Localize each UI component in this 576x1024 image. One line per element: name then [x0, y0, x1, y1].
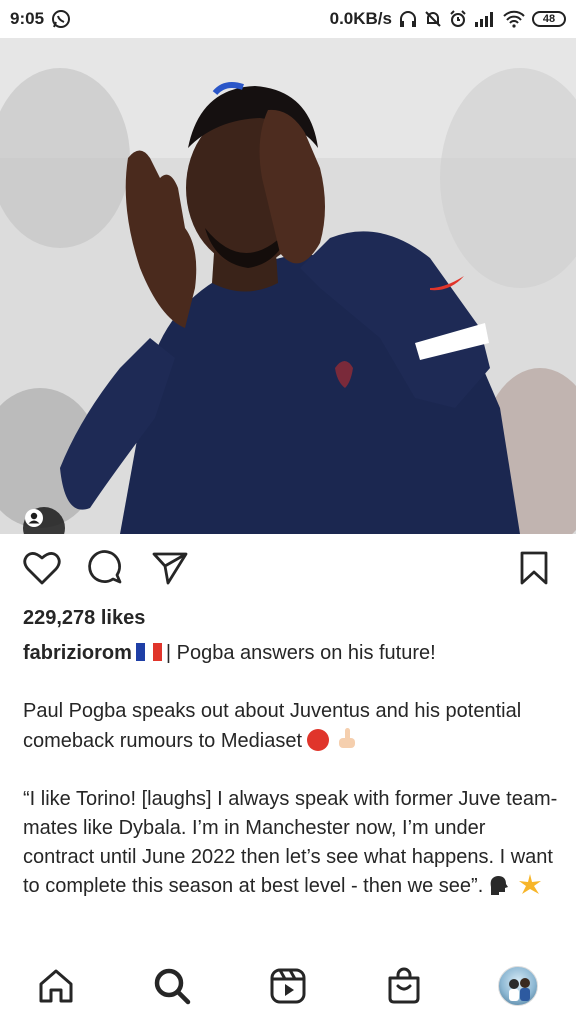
red-circle-icon [307, 729, 330, 751]
speaking-head-icon [490, 876, 509, 895]
caption-paragraph-1: Paul Pogba speaks out about Juventus and… [23, 697, 558, 756]
whatsapp-icon [51, 9, 71, 29]
headphones-icon [399, 10, 417, 28]
alarm-icon [449, 10, 467, 28]
post-username[interactable]: fabriziorom [23, 642, 132, 664]
comment-button[interactable] [86, 548, 126, 588]
home-icon [39, 969, 73, 1003]
save-button[interactable] [514, 548, 554, 588]
heart-icon [23, 552, 61, 585]
post-actions [0, 548, 576, 592]
mute-bell-icon [424, 10, 442, 28]
search-icon [154, 968, 191, 1005]
network-speed: 0.0KB/s [329, 9, 392, 28]
status-left: 9:05 [10, 9, 71, 29]
sparkle-icon [519, 874, 542, 894]
like-button[interactable] [22, 548, 62, 588]
caption-body: Paul Pogba speaks out about Juventus and… [23, 697, 558, 930]
comment-icon [88, 550, 122, 584]
nav-search[interactable] [150, 964, 194, 1008]
wifi-icon [503, 10, 525, 28]
signal-icon [474, 11, 496, 27]
post-photo [0, 38, 576, 534]
caption-paragraph-1-text: Paul Pogba speaks out about Juventus and… [23, 700, 522, 752]
battery-level: 48 [542, 13, 556, 25]
share-button[interactable] [150, 548, 190, 588]
send-icon [152, 552, 188, 585]
caption-header: fabriziorom | Pogba answers on his future… [23, 639, 553, 667]
like-count[interactable]: 229,278 likes [23, 607, 145, 630]
bottom-navigation [0, 950, 576, 1024]
nav-home[interactable] [34, 964, 78, 1008]
nav-reels[interactable] [266, 964, 310, 1008]
pointing-down-icon [339, 728, 356, 748]
clock: 9:05 [10, 9, 45, 28]
post-image[interactable] [0, 38, 576, 534]
caption-paragraph-2: “I like Torino! [laughs] I always speak … [23, 785, 558, 901]
france-flag-icon [135, 643, 162, 661]
nav-shop[interactable] [382, 964, 426, 1008]
reels-icon [270, 968, 306, 1004]
bookmark-icon [520, 551, 548, 585]
profile-avatar [498, 966, 538, 1006]
battery-icon: 48 [532, 11, 566, 27]
caption-paragraph-2-text: “I like Torino! [laughs] I always speak … [23, 788, 558, 897]
nav-profile[interactable] [496, 964, 540, 1008]
caption-title: | Pogba answers on his future! [165, 642, 436, 664]
status-bar: 9:05 0.0KB/s 48 [0, 0, 576, 38]
shop-icon [388, 967, 420, 1004]
status-right: 0.0KB/s 48 [330, 9, 566, 29]
